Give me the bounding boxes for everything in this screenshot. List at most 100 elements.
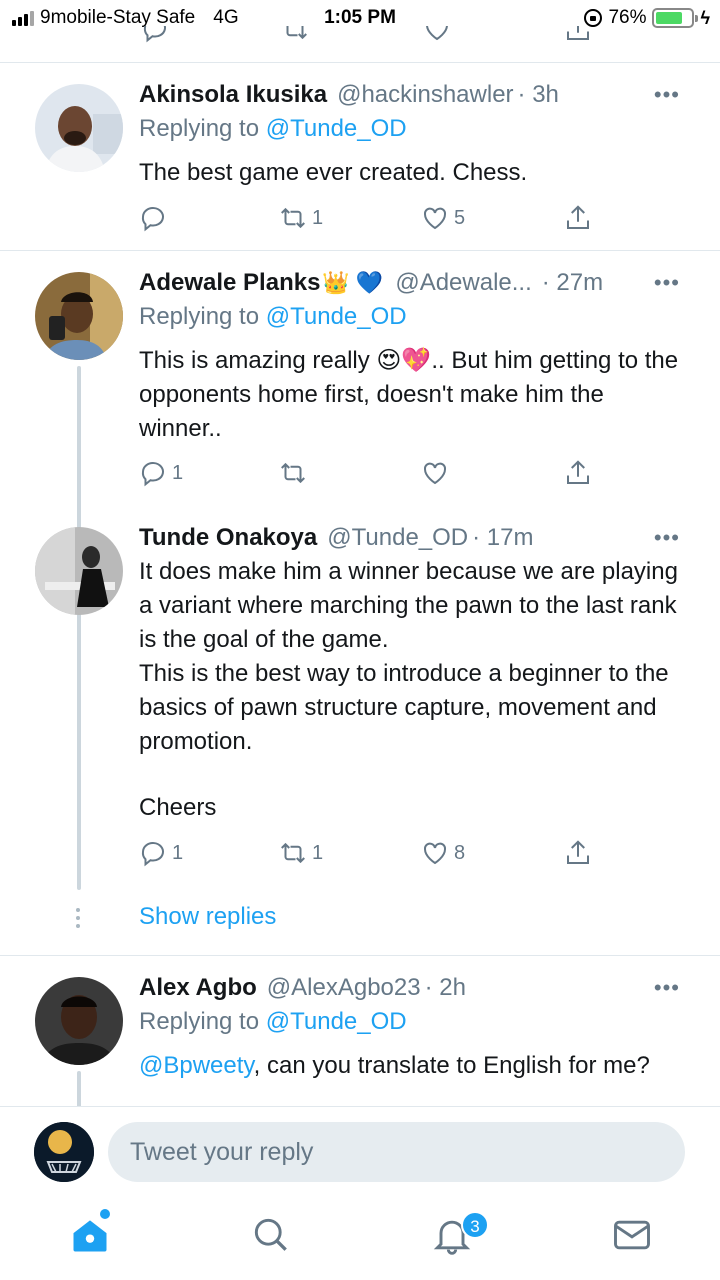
reply-count: 1 bbox=[172, 461, 184, 484]
reply-button[interactable]: 1 bbox=[138, 838, 183, 868]
author-handle[interactable]: @hackinshawler bbox=[337, 80, 513, 110]
retweet-button[interactable]: 1 bbox=[278, 203, 323, 233]
thread-line bbox=[77, 366, 81, 890]
tweet-actions: 1 bbox=[138, 458, 598, 488]
tweet-header: Adewale Planks 👑 💙 @Adewale... · 27m bbox=[139, 268, 690, 298]
replying-prefix: Replying to bbox=[139, 303, 260, 330]
share-button[interactable] bbox=[563, 458, 593, 488]
avatar-image bbox=[35, 272, 123, 360]
author-name[interactable]: Alex Agbo bbox=[139, 973, 257, 1003]
messages-icon bbox=[614, 1220, 650, 1250]
reply-count: 1 bbox=[172, 841, 184, 864]
reply-icon bbox=[141, 207, 164, 232]
search-icon bbox=[254, 1218, 287, 1251]
tweet-text: @Bpweety, can you translate to English f… bbox=[139, 1049, 690, 1083]
rotation-lock-icon bbox=[584, 9, 603, 27]
replying-to-link[interactable]: @Tunde_OD bbox=[266, 1008, 407, 1035]
tweet-alex[interactable]: Alex Agbo @AlexAgbo23 · 2h ••• Replying … bbox=[0, 955, 720, 1106]
battery-fill bbox=[656, 12, 683, 24]
tweet-text: This is amazing really 😍💖.. But him gett… bbox=[139, 347, 679, 442]
replying-to-link[interactable]: @Tunde_OD bbox=[266, 303, 407, 330]
home-icon bbox=[73, 1220, 107, 1252]
tweet-content: Adewale Planks 👑 💙 @Adewale... · 27m •••… bbox=[139, 268, 690, 446]
like-count: 8 bbox=[454, 841, 466, 864]
reply-bar: Tweet your reply bbox=[0, 1106, 720, 1198]
tweet-time: · 27m bbox=[541, 269, 604, 296]
more-icon[interactable]: ••• bbox=[654, 270, 680, 296]
like-button[interactable]: 8 bbox=[420, 838, 465, 868]
tweet-header: Alex Agbo @AlexAgbo23 · 2h bbox=[139, 973, 690, 1003]
retweet-icon bbox=[286, 26, 307, 40]
thread-line bbox=[77, 1071, 81, 1106]
notifications-badge: 3 bbox=[461, 1211, 489, 1239]
like-icon bbox=[423, 207, 447, 230]
like-count: 5 bbox=[454, 206, 466, 229]
show-replies-link[interactable]: Show replies bbox=[139, 903, 276, 931]
previous-tweet-actions bbox=[0, 26, 720, 48]
tweet-text-rest: , can you translate to English for me? bbox=[253, 1052, 650, 1079]
share-icon bbox=[567, 460, 589, 484]
share-button[interactable] bbox=[563, 203, 593, 233]
retweet-button[interactable]: 1 bbox=[278, 838, 323, 868]
replying-prefix: Replying to bbox=[139, 115, 260, 142]
share-icon bbox=[567, 205, 589, 229]
share-icon bbox=[567, 840, 589, 864]
avatar[interactable] bbox=[35, 272, 123, 360]
avatar[interactable] bbox=[35, 527, 123, 615]
replying-prefix: Replying to bbox=[139, 1008, 260, 1035]
tweet-time: · 17m bbox=[472, 524, 534, 551]
tweet-text: The best game ever created. Chess. bbox=[139, 159, 528, 186]
mention-link[interactable]: @Bpweety bbox=[139, 1052, 254, 1079]
tweet-time: · 3h bbox=[517, 81, 559, 108]
like-icon bbox=[426, 26, 448, 41]
tweet-header: Akinsola Ikusika @hackinshawler · 3h bbox=[139, 80, 690, 110]
tab-home[interactable] bbox=[68, 1213, 112, 1257]
retweet-icon bbox=[281, 462, 305, 484]
tweet-content: Tunde Onakoya @Tunde_OD · 17m ••• It doe… bbox=[139, 523, 690, 825]
author-name[interactable]: Akinsola Ikusika bbox=[139, 80, 327, 110]
replying-to-link[interactable]: @Tunde_OD bbox=[266, 115, 407, 142]
divider bbox=[0, 250, 720, 251]
tweet-actions: 1 1 8 bbox=[138, 838, 598, 868]
replying-to: Replying to @Tunde_OD bbox=[139, 302, 690, 332]
more-icon[interactable]: ••• bbox=[654, 975, 680, 1001]
author-handle[interactable]: @Tunde_OD bbox=[327, 523, 468, 553]
tweet-text: Cheers bbox=[139, 794, 217, 821]
author-handle[interactable]: @Adewale... bbox=[395, 268, 531, 298]
tweet-header: Tunde Onakoya @Tunde_OD · 17m bbox=[139, 523, 690, 553]
like-button[interactable]: 5 bbox=[420, 203, 465, 233]
retweet-button[interactable] bbox=[278, 458, 312, 488]
reply-button[interactable] bbox=[138, 203, 172, 233]
reply-icon bbox=[143, 26, 166, 43]
author-handle[interactable]: @AlexAgbo23 bbox=[267, 973, 421, 1003]
reply-icon bbox=[141, 462, 164, 487]
thread-dots bbox=[76, 908, 80, 928]
author-name[interactable]: Adewale Planks bbox=[139, 268, 320, 298]
tab-search[interactable] bbox=[249, 1213, 293, 1257]
more-icon[interactable]: ••• bbox=[654, 82, 680, 108]
share-button[interactable] bbox=[563, 838, 593, 868]
like-icon bbox=[423, 462, 447, 485]
author-name[interactable]: Tunde Onakoya bbox=[139, 523, 317, 553]
avatar[interactable] bbox=[35, 977, 123, 1065]
avatar[interactable] bbox=[35, 84, 123, 172]
retweet-count: 1 bbox=[312, 841, 324, 864]
tab-messages[interactable] bbox=[610, 1213, 654, 1257]
like-button[interactable] bbox=[420, 458, 454, 488]
tweet-time: · 2h bbox=[424, 974, 466, 1001]
tweet-text: It does make him a winner because we are… bbox=[139, 558, 678, 653]
my-avatar[interactable] bbox=[34, 1122, 94, 1182]
avatar-image bbox=[35, 84, 123, 172]
replying-to: Replying to @Tunde_OD bbox=[139, 1007, 690, 1037]
tweet-actions: 1 5 bbox=[138, 203, 598, 233]
avatar-image bbox=[35, 527, 123, 615]
new-tweets-dot bbox=[100, 1209, 110, 1219]
avatar-image bbox=[34, 1122, 94, 1182]
reply-button[interactable]: 1 bbox=[138, 458, 183, 488]
tweet-content: Akinsola Ikusika @hackinshawler · 3h •••… bbox=[139, 80, 690, 190]
name-emoji: 👑 💙 bbox=[322, 270, 384, 295]
divider bbox=[0, 62, 720, 63]
more-icon[interactable]: ••• bbox=[654, 525, 680, 551]
avatar-image bbox=[35, 977, 123, 1065]
reply-input[interactable]: Tweet your reply bbox=[108, 1122, 685, 1182]
